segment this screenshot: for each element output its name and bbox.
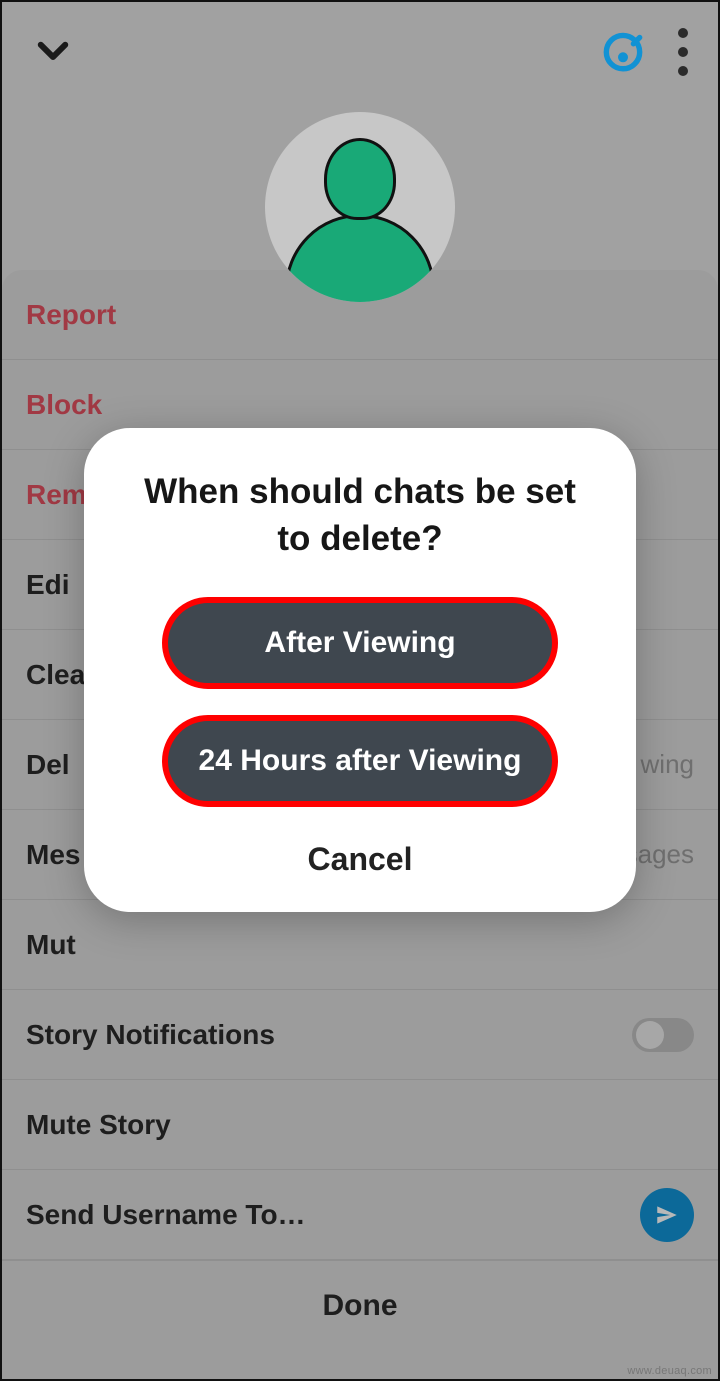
option-label: After Viewing [264,626,455,660]
option-label: 24 Hours after Viewing [199,744,522,778]
dialog-title: When should chats be set to delete? [124,468,596,563]
cancel-label: Cancel [308,841,413,877]
back-button[interactable] [32,29,74,76]
option-after-viewing[interactable]: After Viewing [162,597,558,689]
app-screen: Report Block Rem Edi Clea Del wing Mes s… [0,0,720,1381]
more-icon[interactable] [678,28,688,76]
watermark: www.deuaq.com [627,1365,712,1377]
charm-check-icon[interactable] [598,25,648,80]
cancel-button[interactable]: Cancel [124,833,596,878]
avatar [265,112,455,302]
delete-chats-dialog: When should chats be set to delete? Afte… [84,428,636,912]
header [2,2,718,102]
option-24-hours[interactable]: 24 Hours after Viewing [162,715,558,807]
